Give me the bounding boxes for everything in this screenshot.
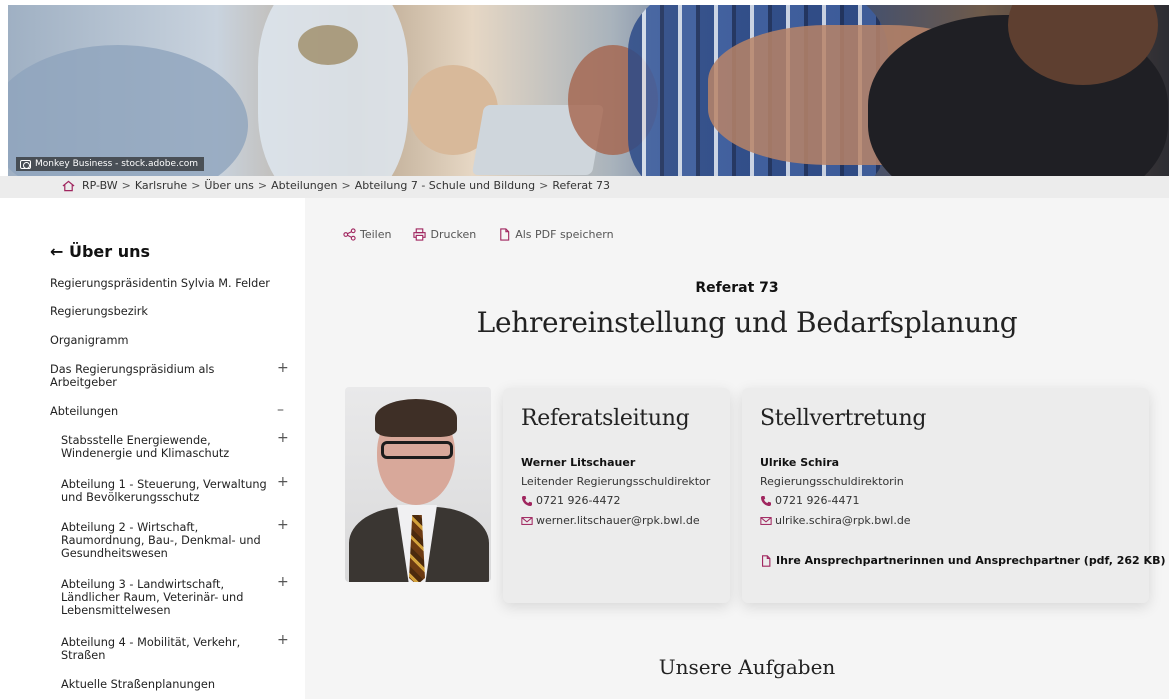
sidebar-item-praesidentin[interactable]: Regierungspräsidentin Sylvia M. Felder <box>50 277 290 290</box>
sidebar-item-label: Das Regierungspräsidium als Arbeitgeber <box>50 363 215 389</box>
contact-email-link[interactable]: werner.litschauer@rpk.bwl.de <box>521 514 700 527</box>
contact-role: Regierungsschuldirektorin <box>760 475 904 488</box>
breadcrumb-separator: > <box>191 179 201 192</box>
breadcrumb-item-abteilung-7[interactable]: Abteilung 7 - Schule und Bildung <box>355 179 535 192</box>
breadcrumb-item-rp-bw[interactable]: RP-BW <box>82 179 118 192</box>
page-title: Lehrereinstellung und Bedarfsplanung <box>476 306 1018 339</box>
contact-name: Ulrike Schira <box>760 456 840 469</box>
contact-email-link[interactable]: ulrike.schira@rpk.bwl.de <box>760 514 911 527</box>
breadcrumb-item-abteilungen[interactable]: Abteilungen <box>271 179 337 192</box>
phone-icon <box>761 495 771 506</box>
share-label: Teilen <box>360 228 392 241</box>
home-icon[interactable] <box>62 180 75 192</box>
contact-email-text: ulrike.schira@rpk.bwl.de <box>775 514 911 527</box>
sidebar-item-abteilung-2[interactable]: Abteilung 2 - Wirtschaft, Raumordnung, B… <box>61 521 266 560</box>
contact-phone-text: 0721 926-4472 <box>536 494 621 507</box>
breadcrumb: RP-BW > Karlsruhe > Über uns > Abteilung… <box>62 179 610 192</box>
contacts-pdf-link[interactable]: Ihre Ansprechpartnerinnen und Ansprechpa… <box>760 554 1165 567</box>
breadcrumb-item-ueber-uns[interactable]: Über uns <box>204 179 254 192</box>
breadcrumb-item-karlsruhe[interactable]: Karlsruhe <box>135 179 187 192</box>
sidebar-item-label: Regierungspräsidentin Sylvia M. Felder <box>50 277 270 290</box>
save-pdf-button[interactable]: Als PDF speichern <box>498 228 614 241</box>
contact-email-text: werner.litschauer@rpk.bwl.de <box>536 514 700 527</box>
breadcrumb-separator: > <box>121 179 131 192</box>
contact-phone-text: 0721 926-4471 <box>775 494 860 507</box>
breadcrumb-item-current: Referat 73 <box>552 179 610 192</box>
breadcrumb-separator: > <box>257 179 268 192</box>
page-kicker: Referat 73 <box>695 280 779 296</box>
contact-phone-link[interactable]: 0721 926-4472 <box>521 494 620 507</box>
document-icon <box>762 554 771 567</box>
sidebar-item-abteilung-3[interactable]: Abteilung 3 - Landwirtschaft, Ländlicher… <box>61 578 251 617</box>
sidebar-item-abteilung-4[interactable]: Abteilung 4 - Mobilität, Verkehr, Straße… <box>61 636 246 662</box>
document-icon <box>500 228 510 241</box>
contact-phone-link[interactable]: 0721 926-4471 <box>760 494 859 507</box>
image-credit-text: Monkey Business - stock.adobe.com <box>35 159 199 169</box>
contact-heading: Referatsleitung <box>521 406 690 431</box>
sidebar-item-arbeitgeber[interactable]: Das Regierungspräsidium als Arbeitgeber <box>50 363 235 389</box>
printer-icon <box>413 228 427 241</box>
portrait-photo <box>345 387 491 582</box>
sidebar-item-label: Aktuelle Straßenplanungen <box>61 678 216 691</box>
contact-card-deputy: Stellvertretung Ulrike Schira Regierungs… <box>742 388 1165 603</box>
sidebar-item-label: Abteilung 1 - Steuerung, Verwaltung und … <box>61 478 267 504</box>
print-button[interactable]: Drucken <box>413 228 476 241</box>
sidebar-item-stabsstelle[interactable]: Stabsstelle Energiewende, Windenergie un… <box>61 434 236 460</box>
page-actions: Teilen Drucken Als PDF speichern <box>343 228 614 241</box>
breadcrumb-separator: > <box>539 179 549 192</box>
sidebar-item-regierungsbezirk[interactable]: Regierungsbezirk <box>50 305 290 318</box>
save-pdf-label: Als PDF speichern <box>515 228 614 241</box>
share-button[interactable]: Teilen <box>343 228 391 241</box>
print-label: Drucken <box>430 228 477 241</box>
sidebar-item-organigramm[interactable]: Organigramm <box>50 334 290 347</box>
contact-heading: Stellvertretung <box>760 406 927 431</box>
sidebar-item-abteilung-1[interactable]: Abteilung 1 - Steuerung, Verwaltung und … <box>61 478 276 504</box>
mail-icon <box>521 516 533 525</box>
contacts-pdf-text: Ihre Ansprechpartnerinnen und Ansprechpa… <box>776 554 1166 567</box>
image-credit: Monkey Business - stock.adobe.com <box>16 157 205 171</box>
sidebar-item-label: Stabsstelle Energiewende, Windenergie un… <box>61 434 230 460</box>
breadcrumb-separator: > <box>341 179 351 192</box>
share-icon <box>343 228 356 241</box>
sidebar-back-link[interactable]: ← Über uns <box>50 242 150 261</box>
camera-icon <box>20 159 31 169</box>
sidebar-item-label: Abteilung 2 - Wirtschaft, Raumordnung, B… <box>61 521 261 560</box>
mail-icon <box>760 516 772 525</box>
sidebar-item-label: Abteilungen <box>50 405 119 418</box>
phone-icon <box>522 495 532 506</box>
sidebar-item-abteilungen[interactable]: Abteilungen <box>50 405 290 418</box>
section-title: Unsere Aufgaben <box>658 655 836 679</box>
contact-name: Werner Litschauer <box>521 456 636 469</box>
sidebar-item-label: Abteilung 3 - Landwirtschaft, Ländlicher… <box>61 578 244 617</box>
sidebar-item-label: Organigramm <box>50 334 129 347</box>
contact-card-lead: Referatsleitung Werner Litschauer Leiten… <box>503 388 730 603</box>
sidebar-item-strassenplanungen[interactable]: Aktuelle Straßenplanungen <box>61 678 276 691</box>
hero-image: Monkey Business - stock.adobe.com <box>8 5 1169 176</box>
sidebar-item-label: Regierungsbezirk <box>50 305 148 318</box>
sidebar-item-label: Abteilung 4 - Mobilität, Verkehr, Straße… <box>61 636 241 662</box>
contact-role: Leitender Regierungsschuldirektor <box>521 475 711 488</box>
